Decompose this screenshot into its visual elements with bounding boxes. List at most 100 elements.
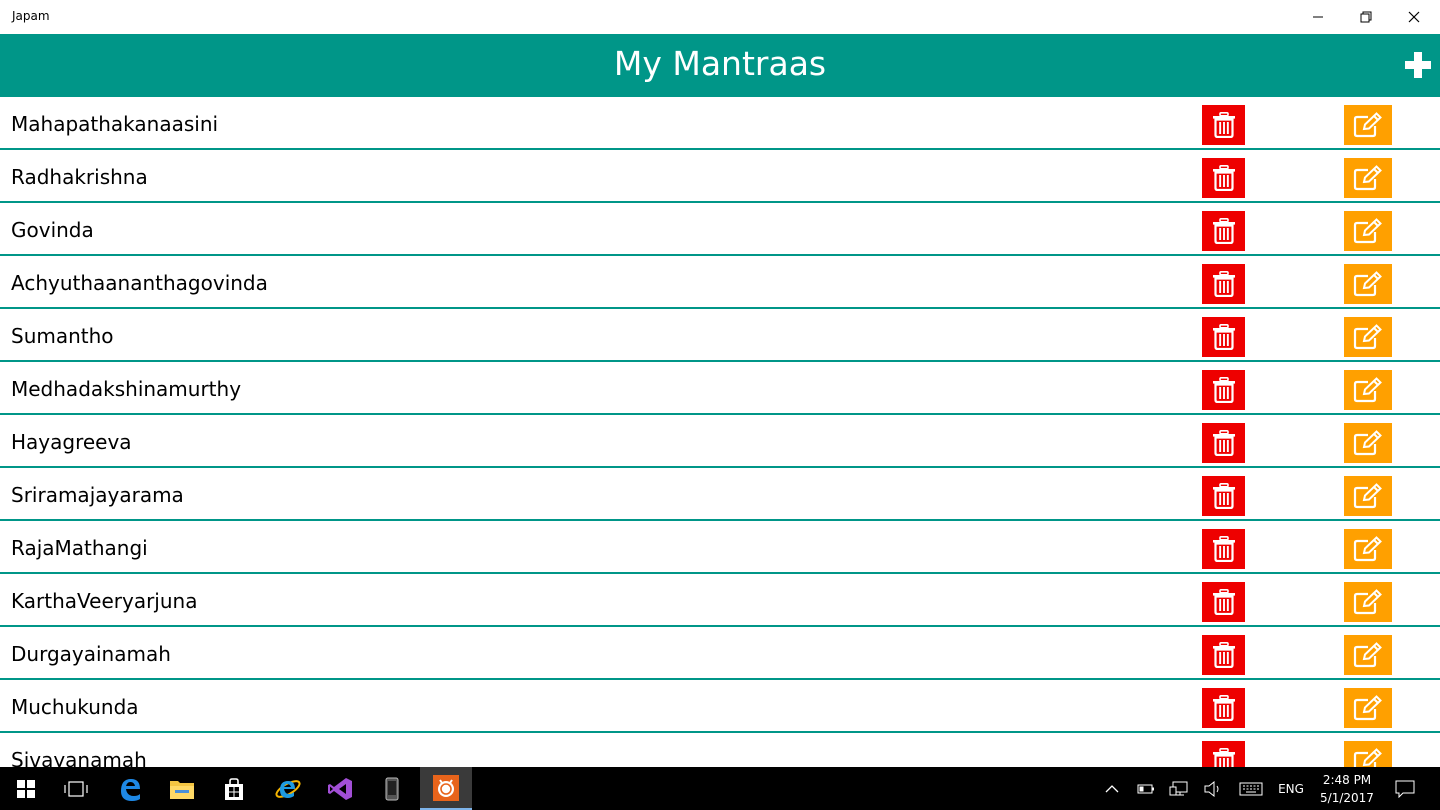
list-item: Govinda: [0, 203, 1440, 256]
page-title: My Mantraas: [613, 44, 827, 83]
mantra-name: Sivayanamah: [11, 748, 147, 767]
delete-button[interactable]: [1202, 582, 1245, 622]
trash-icon: [1212, 324, 1235, 350]
mantra-name: Medhadakshinamurthy: [11, 377, 242, 401]
list-item: Muchukunda: [0, 680, 1440, 733]
edit-button[interactable]: [1344, 264, 1392, 304]
edit-icon: [1353, 112, 1382, 138]
delete-button[interactable]: [1202, 635, 1245, 675]
taskbar-japam[interactable]: [420, 767, 472, 810]
trash-icon: [1212, 165, 1235, 191]
mantra-name: KarthaVeeryarjuna: [11, 589, 198, 613]
list-item: Achyuthaananthagovinda: [0, 256, 1440, 309]
volume-button[interactable]: [1200, 767, 1226, 810]
taskbar-internet-explorer[interactable]: [264, 767, 312, 810]
network-button[interactable]: [1166, 767, 1192, 810]
mantra-name: Radhakrishna: [11, 165, 148, 189]
list-item: Durgayainamah: [0, 627, 1440, 680]
list-item: Radhakrishna: [0, 150, 1440, 203]
delete-button[interactable]: [1202, 529, 1245, 569]
action-center-button[interactable]: [1390, 767, 1420, 810]
edit-icon: [1353, 536, 1382, 562]
restore-button[interactable]: [1343, 0, 1389, 34]
edit-button[interactable]: [1344, 317, 1392, 357]
edit-button[interactable]: [1344, 370, 1392, 410]
delete-button[interactable]: [1202, 476, 1245, 516]
start-button[interactable]: [2, 767, 50, 810]
minimize-button[interactable]: [1295, 0, 1341, 34]
speaker-icon: [1204, 780, 1219, 797]
mantra-name: Hayagreeva: [11, 430, 132, 454]
edit-icon: [1353, 430, 1382, 456]
internet-explorer-icon: [275, 779, 301, 798]
trash-icon: [1212, 218, 1235, 244]
edit-icon: [1353, 695, 1382, 721]
list-item: KarthaVeeryarjuna: [0, 574, 1440, 627]
app-header: My Mantraas: [0, 34, 1440, 97]
edit-icon: [1353, 483, 1382, 509]
list-item: Sriramajayarama: [0, 468, 1440, 521]
list-item: Medhadakshinamurthy: [0, 362, 1440, 415]
delete-button[interactable]: [1202, 370, 1245, 410]
edit-button[interactable]: [1344, 529, 1392, 569]
close-button[interactable]: [1391, 0, 1437, 34]
visual-studio-icon: [328, 777, 352, 800]
add-mantra-button[interactable]: [1405, 52, 1431, 78]
mantra-name: Muchukunda: [11, 695, 139, 719]
clock[interactable]: 2:48 PM 5/1/2017: [1310, 771, 1384, 807]
edit-button[interactable]: [1344, 476, 1392, 516]
task-view-button[interactable]: [52, 767, 100, 810]
phone-emulator-icon: [385, 777, 399, 800]
mantra-name: Mahapathakanaasini: [11, 112, 219, 136]
delete-button[interactable]: [1202, 264, 1245, 304]
trash-icon: [1212, 748, 1235, 767]
delete-button[interactable]: [1202, 105, 1245, 145]
edit-button[interactable]: [1344, 211, 1392, 251]
clock-time: 2:48 PM: [1322, 773, 1372, 787]
taskbar-store[interactable]: [210, 767, 258, 810]
edit-button[interactable]: [1344, 423, 1392, 463]
trash-icon: [1212, 536, 1235, 562]
list-item: Sumantho: [0, 309, 1440, 362]
taskbar-edge[interactable]: [106, 767, 154, 810]
trash-icon: [1212, 483, 1235, 509]
plus-icon: [1405, 52, 1431, 78]
touch-keyboard-button[interactable]: [1236, 767, 1266, 810]
trash-icon: [1212, 271, 1235, 297]
edit-icon: [1353, 165, 1382, 191]
delete-button[interactable]: [1202, 423, 1245, 463]
list-item: Mahapathakanaasini: [0, 97, 1440, 150]
windows-start-icon: [17, 779, 35, 798]
mantra-name: Durgayainamah: [11, 642, 171, 666]
input-language[interactable]: ENG: [1272, 767, 1310, 810]
delete-button[interactable]: [1202, 688, 1245, 728]
show-hidden-icons-button[interactable]: [1100, 767, 1124, 810]
edit-button[interactable]: [1344, 158, 1392, 198]
edit-icon: [1353, 218, 1382, 244]
edit-button[interactable]: [1344, 741, 1392, 767]
taskbar-file-explorer[interactable]: [158, 767, 206, 810]
keyboard-icon: [1239, 782, 1263, 795]
taskbar-visual-studio[interactable]: [316, 767, 364, 810]
taskbar-phone-emulator[interactable]: [368, 767, 416, 810]
clock-date: 5/1/2017: [1320, 791, 1374, 805]
notification-icon: [1395, 780, 1415, 798]
delete-button[interactable]: [1202, 158, 1245, 198]
list-item: Sivayanamah: [0, 733, 1440, 767]
delete-button[interactable]: [1202, 741, 1245, 767]
close-icon: [1408, 11, 1420, 23]
edit-button[interactable]: [1344, 635, 1392, 675]
window-title: Japam: [12, 9, 50, 23]
delete-button[interactable]: [1202, 317, 1245, 357]
window-titlebar: Japam: [0, 0, 1440, 34]
battery-button[interactable]: [1134, 767, 1158, 810]
edit-button[interactable]: [1344, 688, 1392, 728]
edit-button[interactable]: [1344, 105, 1392, 145]
edit-button[interactable]: [1344, 582, 1392, 622]
edit-icon: [1353, 271, 1382, 297]
edit-icon: [1353, 589, 1382, 615]
edit-icon: [1353, 324, 1382, 350]
task-view-icon: [64, 780, 88, 797]
battery-icon: [1137, 784, 1154, 793]
delete-button[interactable]: [1202, 211, 1245, 251]
